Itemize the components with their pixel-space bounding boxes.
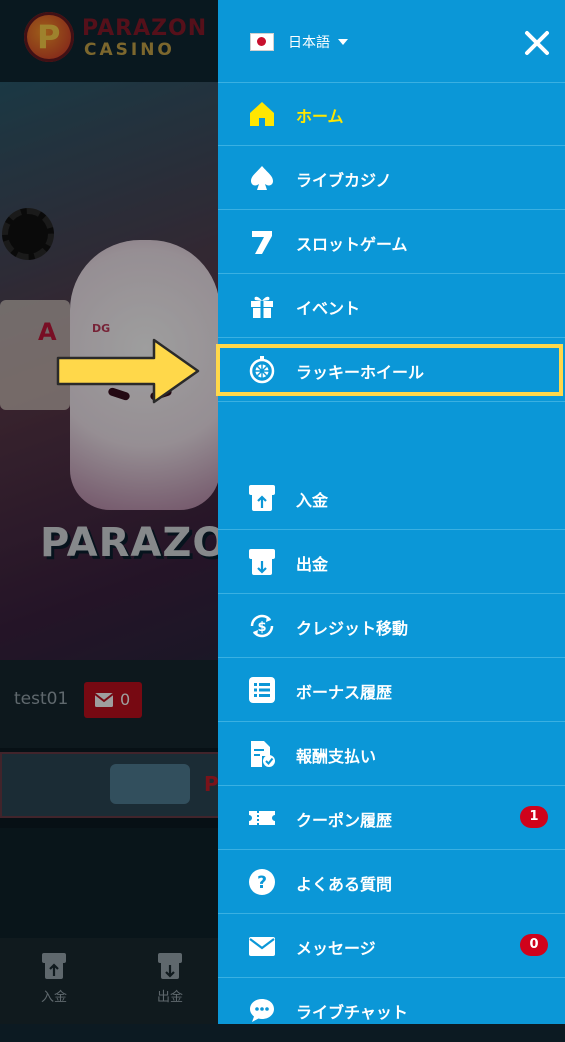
menu-item-event[interactable]: イベント: [218, 274, 565, 338]
menu-item-reward-payout[interactable]: 報酬支払い: [218, 722, 565, 786]
spade-icon: [251, 166, 273, 190]
arrow-right-icon: [56, 338, 200, 404]
language-selector[interactable]: 日本語: [250, 30, 348, 54]
menu-item-live-chat[interactable]: ライブチャット: [218, 978, 565, 1042]
menu-item-label: ライブカジノ: [296, 171, 392, 190]
svg-text:?: ?: [257, 873, 267, 893]
japan-flag-icon: [250, 33, 274, 51]
menu-item-label: よくある質問: [296, 875, 393, 894]
chat-icon: [250, 999, 274, 1022]
deposit-icon: [249, 485, 275, 511]
menu-item-coupon-history[interactable]: クーポン履歴 1: [218, 786, 565, 850]
message-count-badge: 0: [520, 934, 548, 956]
withdraw-icon: [249, 549, 275, 575]
menu-item-label: 入金: [296, 491, 329, 510]
language-label: 日本語: [288, 35, 330, 51]
menu-item-message[interactable]: メッセージ 0: [218, 914, 565, 978]
side-drawer: 日本語 ホーム ライブカジノ スロットゲーム イベント ラッキーホイール 入金 …: [218, 0, 565, 1024]
svg-text:$: $: [257, 620, 266, 635]
coupon-icon: [249, 811, 275, 825]
menu-item-label: 報酬支払い: [296, 747, 377, 766]
menu-item-home[interactable]: ホーム: [218, 82, 565, 146]
menu-item-label: スロットゲーム: [296, 235, 408, 254]
menu-item-live-casino[interactable]: ライブカジノ: [218, 146, 565, 210]
mail-icon: [249, 937, 275, 956]
menu-item-label: 出金: [296, 555, 329, 574]
home-icon: [250, 102, 274, 126]
gift-icon: [251, 296, 273, 318]
chevron-down-icon: [338, 39, 348, 45]
coupon-count-badge: 1: [520, 806, 548, 828]
seven-icon: [252, 231, 272, 254]
close-icon[interactable]: [522, 28, 552, 58]
drawer-header: 日本語: [218, 0, 565, 83]
menu-item-label: クーポン履歴: [296, 811, 393, 830]
menu-item-credit-transfer[interactable]: $ クレジット移動: [218, 594, 565, 658]
menu-item-label: メッセージ: [296, 939, 376, 958]
menu-item-bonus-history[interactable]: ボーナス履歴: [218, 658, 565, 722]
menu-item-label: ホーム: [296, 107, 344, 126]
menu-item-label: ボーナス履歴: [296, 683, 393, 702]
menu-item-slot-games[interactable]: スロットゲーム: [218, 210, 565, 274]
dim-overlay[interactable]: [0, 0, 218, 1024]
menu-item-deposit[interactable]: 入金: [218, 466, 565, 530]
menu-item-withdraw[interactable]: 出金: [218, 530, 565, 594]
menu-item-faq[interactable]: ? よくある質問: [218, 850, 565, 914]
menu-item-label: クレジット移動: [296, 619, 409, 638]
reward-document-icon: [251, 741, 275, 767]
question-icon: ?: [249, 869, 275, 895]
list-icon: [249, 677, 275, 703]
highlight-box: [216, 344, 563, 396]
menu-item-label: ライブチャット: [296, 1003, 408, 1022]
menu-item-label: イベント: [296, 299, 361, 318]
credit-transfer-icon: $: [250, 614, 274, 638]
